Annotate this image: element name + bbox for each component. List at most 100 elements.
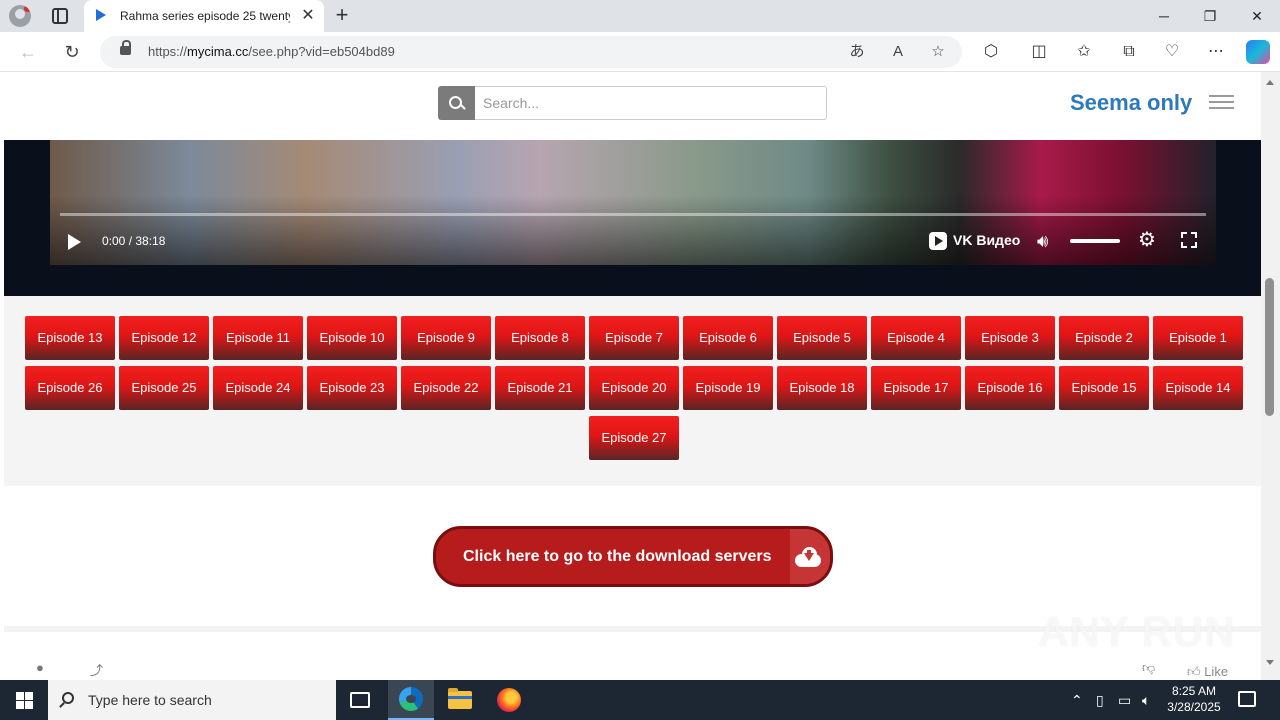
taskbar-search-box[interactable]: Type here to search: [48, 680, 336, 720]
video-player-area: 0:00 / 38:18 VK Видео 🔊︎ ⚙: [4, 140, 1261, 296]
favorites-icon[interactable]: ✩: [1072, 40, 1096, 64]
episode-button[interactable]: Episode 10: [307, 316, 397, 360]
copilot-icon[interactable]: [1246, 40, 1270, 64]
minimize-button[interactable]: ─: [1141, 0, 1187, 32]
browser-essentials-icon[interactable]: ♡: [1160, 40, 1184, 64]
dislike-icon[interactable]: 👎︎: [1142, 660, 1155, 676]
episode-button[interactable]: Episode 2: [1059, 316, 1149, 360]
episode-button[interactable]: Episode 14: [1153, 366, 1243, 410]
search-input[interactable]: [475, 86, 827, 120]
taskbar-edge-app[interactable]: [388, 680, 434, 720]
windows-start-icon[interactable]: [16, 692, 33, 709]
fullscreen-icon[interactable]: [1181, 232, 1197, 248]
close-tab-icon[interactable]: ✕: [298, 6, 318, 26]
site-brand[interactable]: Seema only: [1070, 90, 1192, 116]
episode-list: Episode 13 Episode 12 Episode 11 Episode 10…: [4, 296, 1261, 486]
speaker-icon[interactable]: 🔈︎: [1142, 690, 1150, 710]
episode-button[interactable]: Episode 20: [589, 366, 679, 410]
episode-button[interactable]: Episode 24: [213, 366, 303, 410]
episode-grid: Episode 13 Episode 12 Episode 11 Episode 10…: [24, 316, 1244, 460]
episode-button[interactable]: Episode 1: [1153, 316, 1243, 360]
notification-dot-icon: [24, 5, 31, 12]
like-button[interactable]: 👍︎ Like: [1187, 664, 1228, 680]
lock-icon[interactable]: [120, 40, 131, 55]
episode-button[interactable]: Episode 6: [683, 316, 773, 360]
episode-button[interactable]: Episode 7: [589, 316, 679, 360]
profile-avatar-icon[interactable]: [9, 5, 31, 27]
browser-tab-active[interactable]: Rahma series episode 25 twenty f ✕: [84, 0, 324, 32]
read-aloud-icon[interactable]: A: [887, 41, 909, 63]
network-icon[interactable]: ▭: [1118, 690, 1131, 710]
vk-video-label[interactable]: VK Видео: [953, 232, 1020, 248]
episode-button[interactable]: Episode 16: [965, 366, 1055, 410]
tab-title: Rahma series episode 25 twenty f: [120, 9, 290, 23]
battery-icon[interactable]: ▯: [1096, 690, 1104, 710]
notification-icon[interactable]: [1238, 691, 1256, 707]
firefox-icon[interactable]: [497, 688, 521, 712]
share-icon[interactable]: ⤴: [90, 660, 103, 679]
system-clock[interactable]: 8:25 AM 3/28/2025: [1160, 683, 1228, 715]
taskbar-search-placeholder: Type here to search: [88, 692, 212, 708]
restore-button[interactable]: ❐: [1187, 0, 1233, 32]
video-progress-bar[interactable]: [60, 213, 1206, 216]
episode-button[interactable]: Episode 23: [307, 366, 397, 410]
video-player[interactable]: 0:00 / 38:18 VK Видео 🔊︎ ⚙: [50, 140, 1216, 265]
episode-button[interactable]: Episode 19: [683, 366, 773, 410]
new-tab-button[interactable]: +: [330, 4, 354, 28]
download-button-label: Click here to go to the download servers: [463, 548, 772, 565]
episode-button[interactable]: Episode 4: [871, 316, 961, 360]
episode-button[interactable]: Episode 27: [589, 416, 679, 460]
episode-button[interactable]: Episode 25: [119, 366, 209, 410]
episode-button[interactable]: Episode 8: [495, 316, 585, 360]
file-explorer-icon[interactable]: [448, 688, 472, 709]
tab-strip: Rahma series episode 25 twenty f ✕ + ─ ❐…: [0, 0, 1280, 32]
volume-icon[interactable]: 🔊︎: [1037, 230, 1048, 252]
site-header: Seema only: [4, 72, 1261, 140]
more-menu-icon[interactable]: ⋯: [1204, 40, 1228, 64]
episode-button[interactable]: Episode 22: [401, 366, 491, 410]
split-screen-icon[interactable]: ◫: [1027, 40, 1051, 64]
close-window-button[interactable]: ✕: [1234, 0, 1280, 32]
episode-button[interactable]: Episode 5: [777, 316, 867, 360]
extensions-icon[interactable]: ⬡: [979, 40, 1003, 64]
search-icon: [62, 692, 74, 704]
favorite-star-icon[interactable]: ☆: [927, 41, 949, 63]
episode-button[interactable]: Episode 15: [1059, 366, 1149, 410]
url-text[interactable]: https://mycima.cc/see.php?vid=eb504bd89: [148, 44, 395, 59]
episode-button[interactable]: Episode 13: [25, 316, 115, 360]
episode-button[interactable]: Episode 3: [965, 316, 1055, 360]
episode-button[interactable]: Episode 11: [213, 316, 303, 360]
episode-button[interactable]: Episode 21: [495, 366, 585, 410]
scroll-thumb[interactable]: [1265, 278, 1274, 416]
scroll-up-icon[interactable]: [1266, 80, 1274, 85]
refresh-icon[interactable]: ↻: [60, 40, 84, 64]
gear-icon[interactable]: ⚙: [1138, 229, 1156, 251]
episode-button[interactable]: Episode 9: [401, 316, 491, 360]
address-bar[interactable]: https://mycima.cc/see.php?vid=eb504bd89 …: [100, 36, 962, 68]
tab-actions-icon[interactable]: [52, 8, 68, 24]
episode-button[interactable]: Episode 12: [119, 316, 209, 360]
search-icon[interactable]: [438, 86, 475, 120]
play-favicon-icon: [96, 9, 106, 21]
hamburger-menu-icon[interactable]: [1209, 95, 1234, 109]
browser-toolbar: ← ↻ https://mycima.cc/see.php?vid=eb504b…: [0, 32, 1280, 72]
translate-icon[interactable]: あ: [846, 41, 868, 63]
download-servers-button[interactable]: Click here to go to the download servers: [433, 526, 833, 587]
scroll-down-icon[interactable]: [1266, 660, 1274, 665]
web-page: Seema only 0:00 / 38:18 VK Видео 🔊︎ ⚙ Ep…: [4, 72, 1261, 680]
page-scrollbar[interactable]: [1261, 72, 1280, 680]
anyrun-watermark: ANY RUN: [1038, 608, 1236, 655]
info-icon[interactable]: ●: [36, 660, 44, 675]
episode-button[interactable]: Episode 18: [777, 366, 867, 410]
chevron-up-icon[interactable]: ⌃: [1071, 690, 1083, 710]
vk-logo-icon[interactable]: [929, 232, 947, 250]
windows-taskbar: Type here to search ⌃ ▯ ▭ 🔈︎ 8:25 AM 3/2…: [0, 680, 1280, 720]
clock-date: 3/28/2025: [1167, 700, 1221, 714]
task-view-icon[interactable]: [350, 692, 370, 708]
play-icon[interactable]: [68, 234, 81, 250]
volume-slider[interactable]: [1070, 239, 1120, 243]
episode-button[interactable]: Episode 26: [25, 366, 115, 410]
collections-icon[interactable]: ⧉: [1117, 40, 1141, 64]
back-arrow-icon[interactable]: ←: [16, 40, 40, 64]
episode-button[interactable]: Episode 17: [871, 366, 961, 410]
